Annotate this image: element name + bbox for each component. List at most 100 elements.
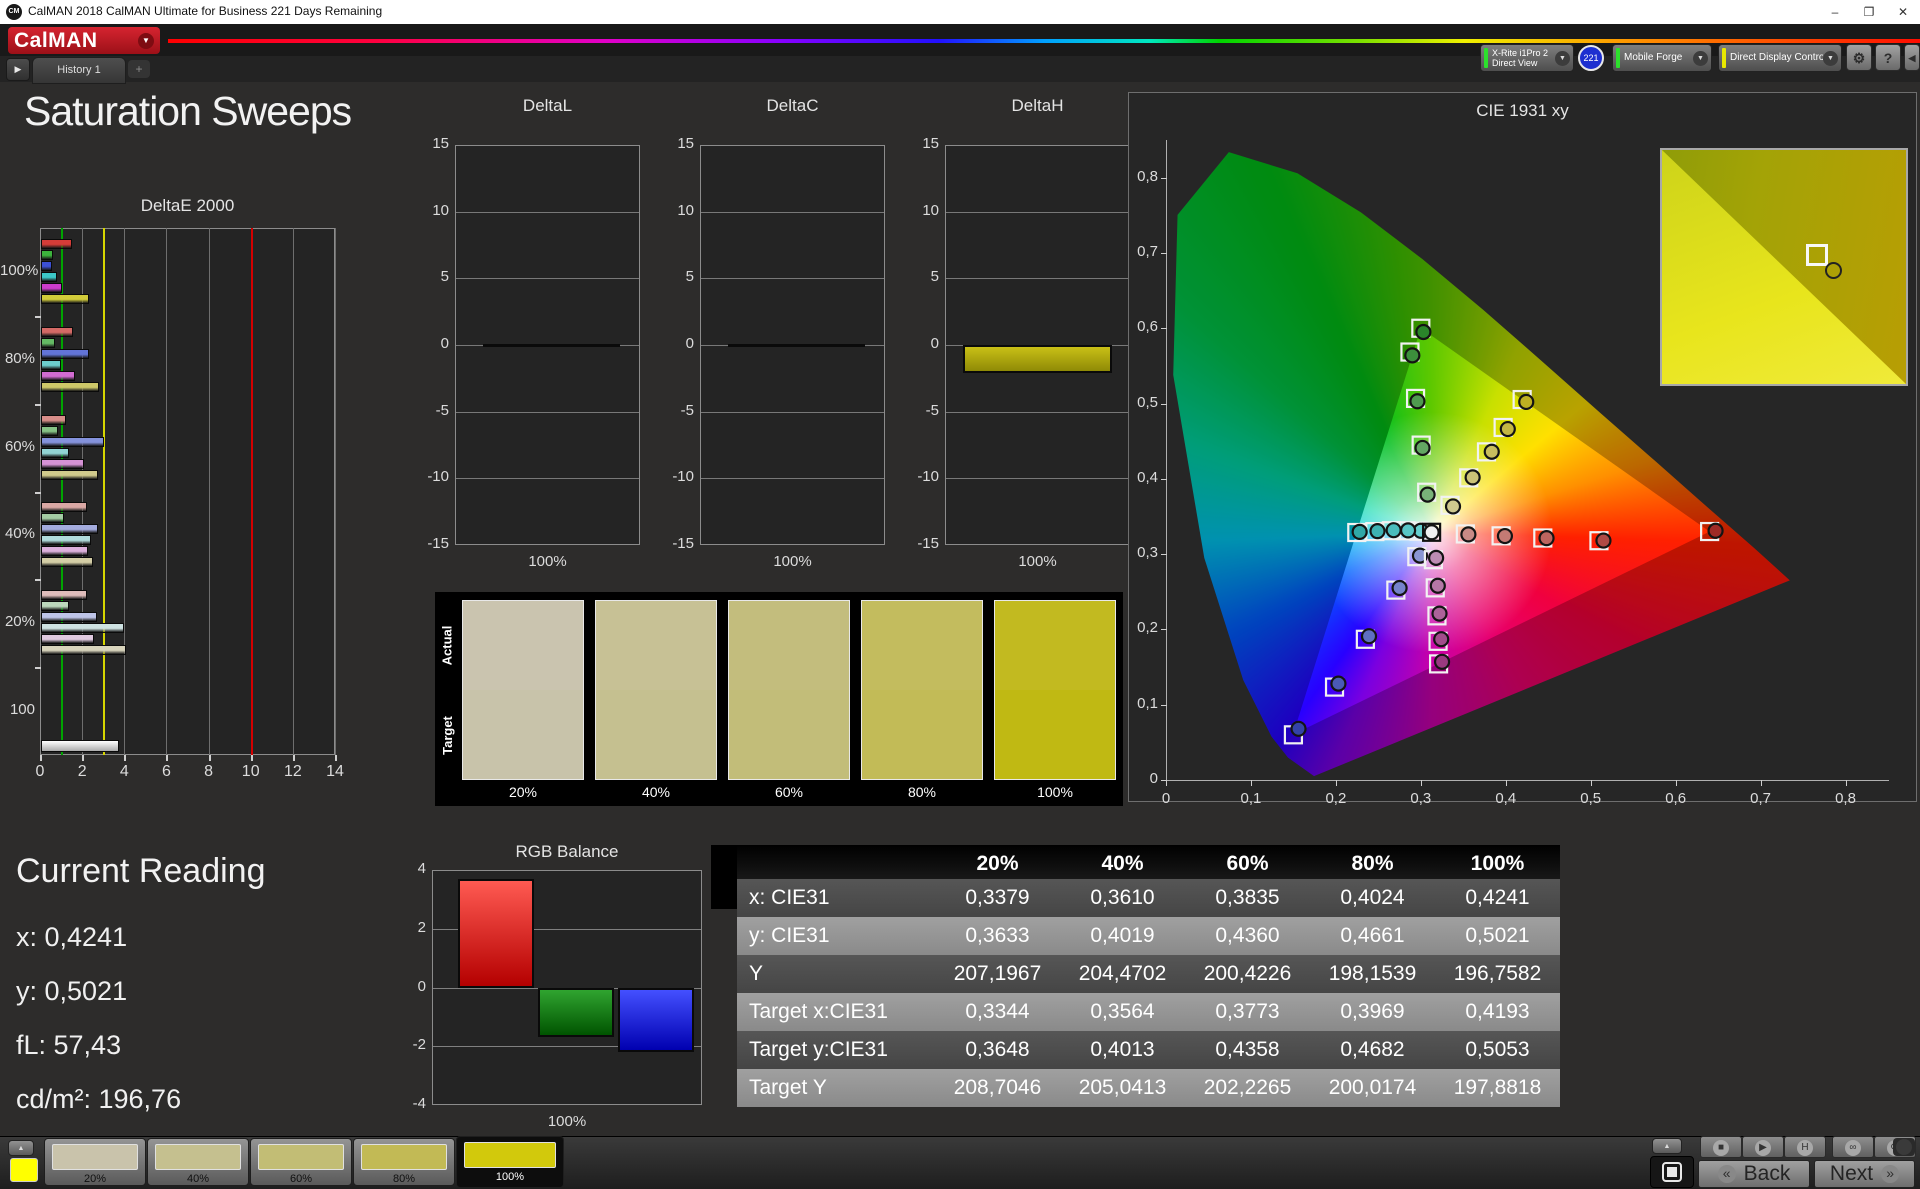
swatch-row-label-text: Actual: [439, 625, 455, 665]
window-titlebar: CM CalMAN 2018 CalMAN Ultimate for Busin…: [0, 0, 1920, 25]
swatch-target: [728, 690, 850, 780]
close-button[interactable]: ✕: [1886, 0, 1920, 24]
source-dropdown[interactable]: Mobile Forge ▼: [1612, 44, 1712, 72]
pattern-window-button[interactable]: [1650, 1156, 1694, 1188]
record-circle-icon: [1896, 1139, 1912, 1155]
step-button[interactable]: H: [1784, 1136, 1826, 1158]
stop-button[interactable]: ■: [1700, 1136, 1742, 1158]
swatch-actual: [994, 600, 1116, 690]
cie-ytick: [1161, 177, 1167, 179]
cie-inset-target-square: [1805, 243, 1828, 266]
help-icon[interactable]: ?: [1875, 44, 1901, 71]
table-header-cell: 80%: [1351, 852, 1394, 875]
loop-button[interactable]: ∞: [1832, 1136, 1874, 1158]
tab-play-icon[interactable]: ▶: [6, 58, 30, 81]
cie-xtick-label: 0,5: [1580, 790, 1602, 807]
deltae-bar: [41, 436, 105, 447]
patch-list-expand-icon[interactable]: ▲: [8, 1140, 34, 1156]
deltae-xtick: [250, 755, 253, 761]
table-cell: 0,3835: [1215, 886, 1280, 909]
deltae-xtick: [124, 755, 127, 761]
cie-ytick-label: 0,6: [1137, 318, 1158, 336]
deltae-xtick: [40, 755, 42, 761]
table-cell: 196,7582: [1453, 962, 1542, 985]
deltae-group-label: 80%: [4, 349, 35, 367]
deltae-group-label: 100: [9, 701, 35, 719]
meter-dropdown[interactable]: X-Rite i1Pro 2 Direct View ▼: [1480, 44, 1574, 72]
deltaH-ytick-label: -5: [925, 401, 939, 419]
cie-ytick: [1161, 328, 1167, 330]
cie-ytick-label: 0,1: [1137, 694, 1158, 712]
deltae-bar: [41, 425, 58, 436]
footer-swatch-button-100%[interactable]: 100%: [456, 1136, 564, 1188]
deltae-xtick: [335, 755, 337, 761]
rgb-bar-red: [458, 878, 534, 988]
next-button[interactable]: Next »: [1814, 1160, 1915, 1188]
cie-measured-circle-magenta: [1431, 605, 1448, 622]
table-cell: 204,4702: [1078, 962, 1167, 985]
minimize-button[interactable]: –: [1818, 0, 1852, 24]
footer-swatch-button-20%[interactable]: 20%: [44, 1138, 146, 1186]
cie-measured-circle-yellow: [1499, 420, 1516, 438]
tab-history-1[interactable]: History 1: [32, 57, 126, 84]
footer-swatch-color: [155, 1144, 241, 1170]
gear-icon[interactable]: ⚙: [1846, 44, 1872, 71]
footer-swatch-button-40%[interactable]: 40%: [147, 1138, 249, 1186]
actual-target-swatch-panel: Actual Target 20% 40% 60% 80% 100%: [435, 592, 1123, 806]
current-reading-line: y: 0,5021: [16, 976, 128, 1006]
deltaL-ytick-label: 10: [432, 201, 449, 219]
deltae-axis-tick: [35, 315, 41, 318]
deltae-bar: [41, 623, 125, 634]
swatch-level-label: 60%: [774, 784, 804, 800]
chevron-down-icon: ▼: [138, 32, 154, 49]
cie-measured-circle-red: [1496, 527, 1514, 545]
cie-xtick: [1166, 780, 1167, 786]
table-cell: 205,0413: [1078, 1076, 1167, 1099]
footer-swatch-button-60%[interactable]: 60%: [250, 1138, 352, 1186]
deltaL-ytick-label: -5: [435, 401, 449, 419]
table-cell: 0,4661: [1340, 924, 1405, 947]
deltaC-ytick-label: -5: [680, 401, 694, 419]
table-header-cell: 40%: [1101, 852, 1144, 875]
display-control-dropdown[interactable]: Direct Display Control ▼: [1718, 44, 1842, 72]
tab-add-button[interactable]: +: [128, 60, 150, 78]
collapse-panel-icon[interactable]: ◀: [1904, 44, 1920, 71]
play-button[interactable]: ▶: [1742, 1136, 1784, 1158]
swatch-actual: [595, 600, 717, 690]
footer-swatch-label: 60%: [289, 1173, 313, 1185]
license-days-badge: 221: [1578, 45, 1604, 71]
table-cell: 202,2265: [1203, 1076, 1292, 1099]
table-cell: 0,4358: [1215, 1038, 1280, 1061]
deltaH-ytick-label: 10: [922, 201, 939, 219]
deltae-xtick-label: 4: [119, 763, 129, 780]
deltae-limit-red: [250, 228, 253, 755]
transport-expand-icon[interactable]: ▲: [1652, 1138, 1682, 1154]
rgb-ytick-label: -4: [412, 1095, 426, 1112]
footer-swatch-button-80%[interactable]: 80%: [353, 1138, 455, 1186]
cie-ytick-label: 0,3: [1137, 544, 1158, 562]
swatch-actual: [462, 600, 584, 690]
deltae-xtick: [82, 755, 85, 761]
deltae-bar: [41, 271, 57, 282]
table-row-label: Target x:CIE31: [749, 1000, 888, 1023]
deltaC-gridline: [701, 278, 884, 280]
page-title: Saturation Sweeps: [24, 88, 352, 134]
swatch-target: [462, 690, 584, 780]
cie-measured-circle-cyan: [1385, 522, 1402, 539]
table-corner-notch: [711, 845, 737, 909]
cie-zoom-inset: [1660, 148, 1908, 386]
deltae-gridline: [166, 228, 168, 755]
deltaL-gridline: [456, 478, 639, 480]
back-button[interactable]: « Back: [1698, 1160, 1810, 1188]
maximize-button[interactable]: ❐: [1852, 0, 1886, 24]
deltae-bar: [41, 502, 88, 513]
cie-xtick-label: 0,3: [1410, 790, 1432, 807]
deltaH-ytick-label: -15: [917, 535, 939, 552]
table-cell: 0,4019: [1090, 924, 1155, 947]
cie-ytick-label: 0,8: [1137, 167, 1158, 185]
table-cell: 0,5053: [1465, 1038, 1530, 1061]
cie-ytick: [1161, 403, 1167, 405]
calman-logo-menu[interactable]: CalMAN ▼: [8, 27, 160, 54]
table-cell: 0,4360: [1215, 924, 1280, 947]
deltae-bar: [41, 260, 52, 271]
